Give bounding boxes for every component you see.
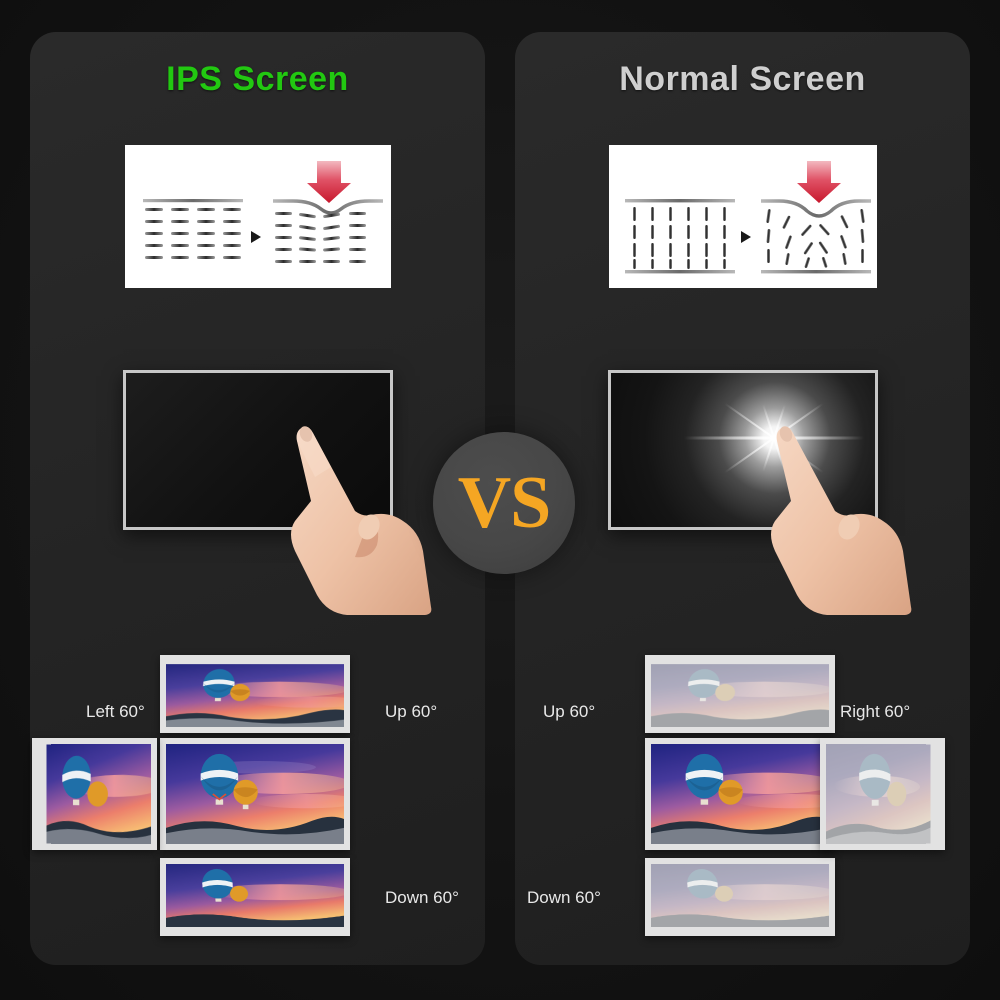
ips-viewing-angle-grid: Left 60° Up 60° Down 60° — [30, 639, 485, 949]
panel-normal-screen: Normal Screen Up 60° Right 60° Down 60° — [515, 32, 970, 965]
pressure-arrow-icon — [796, 161, 841, 203]
tn-liquid-crystal-pressure-diagram — [608, 145, 877, 288]
ips-touch-demo — [30, 337, 485, 617]
thumbnail-down-60-ips — [160, 858, 350, 936]
thumbnail-right-60-normal — [820, 738, 945, 850]
vs-badge: VS — [433, 432, 575, 574]
angle-label-right-normal: Right 60° — [840, 702, 911, 721]
normal-viewing-angle-grid: Up 60° Right 60° Down 60° — [515, 639, 970, 949]
thumbnail-front-normal — [645, 738, 835, 850]
glare-bloom-icon — [679, 373, 869, 527]
angle-label-up-ips: Up 60° — [385, 702, 438, 721]
play-triangle-icon — [250, 231, 261, 243]
comparison-infographic: IPS Screen Left 60° Up 60° Down 60° Norm… — [0, 0, 1000, 1000]
ips-liquid-crystal-pressure-diagram — [124, 145, 391, 288]
angle-label-down-normal: Down 60° — [527, 888, 601, 907]
vs-badge-label: VS — [457, 462, 552, 544]
panel-title-normal: Normal Screen — [619, 60, 866, 98]
panel-title-ips: IPS Screen — [166, 60, 349, 98]
panel-ips-screen: IPS Screen Left 60° Up 60° Down 60° — [30, 32, 485, 965]
thumbnail-down-60-normal — [645, 858, 835, 936]
pressure-arrow-icon — [306, 161, 351, 203]
normal-monitor-screen — [607, 370, 878, 530]
ips-monitor-screen — [122, 370, 393, 530]
thumbnail-front-ips — [160, 738, 350, 850]
thumbnail-left-60-ips — [32, 738, 157, 850]
thumbnail-up-60-normal — [645, 655, 835, 733]
angle-label-up-normal: Up 60° — [543, 702, 596, 721]
angle-label-down-ips: Down 60° — [385, 888, 459, 907]
thumbnail-up-60-ips — [160, 655, 350, 733]
angle-label-left-ips: Left 60° — [86, 702, 145, 721]
normal-touch-demo — [515, 337, 970, 617]
play-triangle-icon — [740, 231, 751, 243]
